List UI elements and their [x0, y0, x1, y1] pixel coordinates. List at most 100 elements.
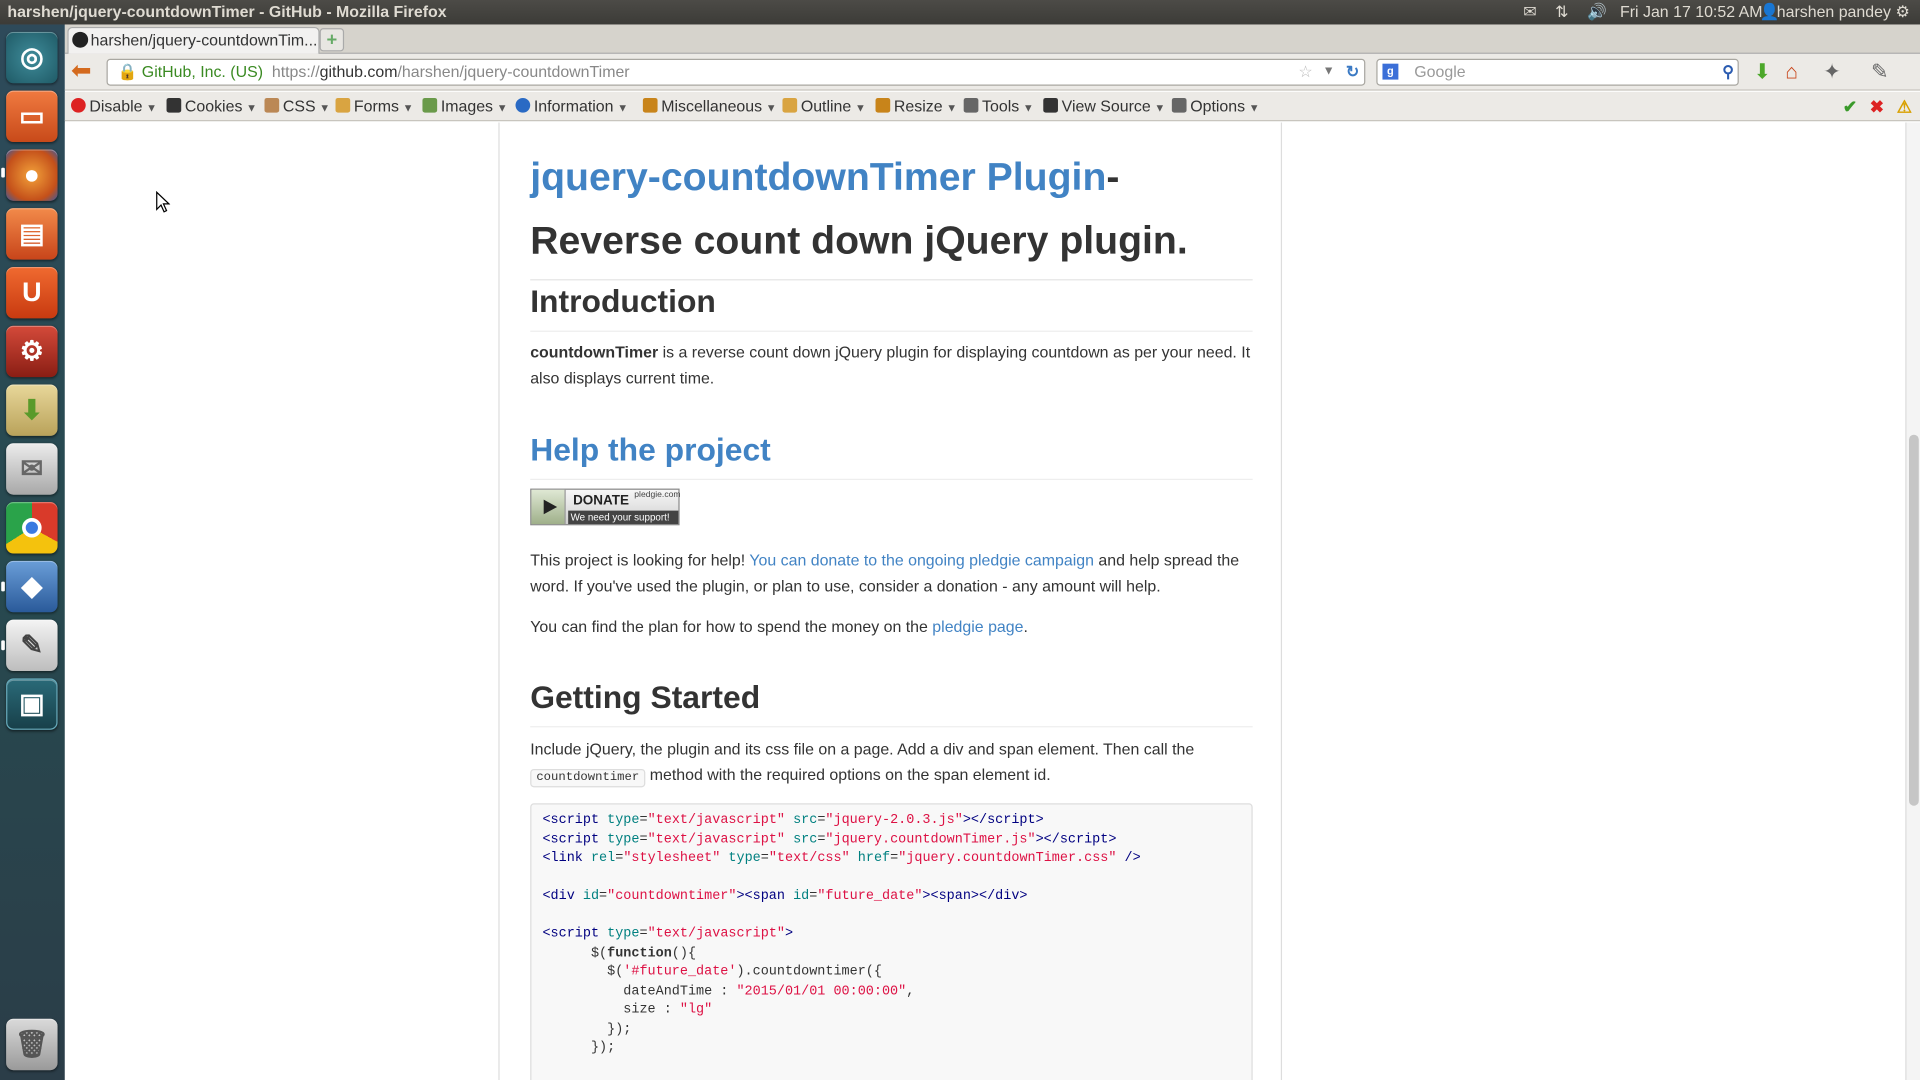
reload-icon[interactable]: ↻	[1346, 60, 1359, 84]
url-text[interactable]: https://github.com/harshen/jquery-countd…	[272, 60, 630, 84]
help-heading[interactable]: Help the project	[530, 427, 1253, 481]
menu-options[interactable]: Options ▼	[1171, 93, 1260, 121]
lock-icon: 🔒	[117, 62, 138, 81]
download-icon[interactable]: ⬇	[1753, 60, 1770, 84]
menu-miscellaneous[interactable]: Miscellaneous ▼	[642, 93, 777, 121]
search-engine-icon[interactable]: g	[1382, 63, 1399, 80]
tools-icon	[963, 97, 979, 113]
addon-icon[interactable]: ✦	[1823, 60, 1840, 84]
network-icon[interactable]: ⇅	[1555, 0, 1568, 24]
url-host: github.com	[319, 62, 398, 81]
home-icon[interactable]: ⌂	[1785, 60, 1798, 84]
code-block[interactable]: <script type="text/javascript" src="jque…	[530, 803, 1253, 1080]
donate-button[interactable]: DONATE pledgie.com We need your support!	[530, 488, 681, 526]
gear-icon[interactable]: ⚙	[1896, 0, 1910, 24]
intro-heading: Introduction	[530, 279, 1253, 332]
pledgie-page-link[interactable]: pledgie page	[932, 617, 1023, 635]
archive-manager-icon[interactable]: ⬇	[6, 384, 58, 436]
site-identity-label: GitHub, Inc. (US)	[141, 62, 263, 81]
trash-icon[interactable]: 🗑	[6, 1018, 58, 1071]
web-developer-toolbar: Disable ▼ Cookies ▼ CSS ▼ Forms ▼ Images ▼ In…	[64, 91, 1920, 122]
intro-strong: countdownTimer	[530, 342, 659, 362]
dash-home-icon[interactable]: ◎	[6, 31, 58, 84]
firefox-icon[interactable]: ●	[6, 149, 58, 201]
url-prefix: https://	[271, 62, 320, 81]
site-identity[interactable]: 🔒 GitHub, Inc. (US)	[118, 60, 263, 84]
navigation-toolbar: ⬅ 🔒 GitHub, Inc. (US) https://github.com…	[64, 53, 1920, 91]
inline-code-countdowntimer: countdowntimer	[530, 768, 646, 788]
search-icon[interactable]: ⚲	[1722, 60, 1734, 84]
cookies-icon	[166, 97, 182, 113]
clock[interactable]: Fri Jan 17 10:52 AM	[1620, 0, 1762, 24]
forms-icon	[335, 97, 351, 113]
menu-resize[interactable]: Resize ▼	[875, 93, 957, 121]
window-title: harshen/jquery-countdownTimer - GitHub -…	[7, 2, 447, 21]
workspace-switcher-icon[interactable]: ▣	[6, 678, 58, 730]
warning-icon[interactable]: ⚠	[1897, 93, 1912, 120]
mouse-cursor-icon	[156, 191, 171, 213]
information-icon	[515, 97, 531, 113]
tools-icon[interactable]: ✎	[1871, 60, 1888, 84]
volume-icon[interactable]: 🔊	[1587, 0, 1607, 24]
url-path: /harshen/jquery-countdownTimer	[397, 62, 630, 81]
view-source-icon	[1043, 97, 1058, 113]
page-title: jquery-countdownTimer Plugin- Reverse co…	[530, 144, 1253, 281]
page-viewport: jquery-countdownTimer Plugin- Reverse co…	[64, 122, 1906, 1080]
donate-site: pledgie.com	[634, 491, 681, 500]
top-panel: harshen/jquery-countdownTimer - GitHub -…	[0, 0, 1920, 25]
search-bar[interactable]: g Google ⚲	[1376, 58, 1739, 86]
bookmark-star-icon[interactable]: ☆	[1298, 60, 1312, 84]
menu-disable[interactable]: Disable ▼	[71, 93, 157, 121]
css-icon	[264, 97, 280, 113]
menu-outline[interactable]: Outline ▼	[782, 93, 866, 121]
pledgie-campaign-link[interactable]: You can donate to the ongoing pledgie ca…	[749, 551, 1094, 569]
ubuntu-one-icon[interactable]: U	[6, 266, 58, 319]
help-paragraph-2: You can find the plan for how to spend t…	[530, 617, 1028, 636]
getting-started-heading: Getting Started	[530, 675, 1253, 728]
tab-title: harshen/jquery-countdownTim...	[90, 30, 318, 49]
chrome-icon[interactable]	[6, 502, 58, 554]
resize-icon	[875, 97, 891, 113]
menu-tools[interactable]: Tools ▼	[963, 93, 1034, 121]
screen: harshen/jquery-countdownTimer - GitHub -…	[0, 0, 1920, 1080]
mail-icon[interactable]: ✉	[6, 443, 58, 495]
valid-check-icon[interactable]: ✔	[1843, 93, 1857, 120]
menu-view-source[interactable]: View Source ▼	[1043, 93, 1165, 121]
menu-forms[interactable]: Forms ▼	[335, 93, 414, 121]
help-paragraph-1: This project is looking for help! You ca…	[530, 551, 1240, 596]
github-page-container: jquery-countdownTimer Plugin- Reverse co…	[498, 122, 1283, 1080]
tab-strip: harshen/jquery-countdownTim... +	[64, 24, 1920, 54]
donate-subtitle: We need your support!	[568, 510, 679, 525]
github-favicon-icon	[72, 31, 89, 48]
files-icon[interactable]: ▭	[6, 90, 58, 143]
system-settings-icon[interactable]: ⚙	[6, 325, 58, 378]
launcher: ◎ ▭ ● ▤ U ⚙ ⬇ ✉ ◆ ✎ ▣ 🗑	[0, 24, 65, 1080]
page-scrollbar[interactable]	[1905, 122, 1920, 1080]
user-name[interactable]: harshen pandey	[1777, 0, 1891, 24]
menu-information[interactable]: Information ▼	[515, 93, 628, 121]
error-icon[interactable]: ✖	[1870, 93, 1884, 120]
back-arrow-icon[interactable]: ⬅	[71, 59, 100, 86]
play-icon	[531, 489, 566, 525]
menu-css[interactable]: CSS ▼	[264, 93, 330, 121]
miscellaneous-icon	[642, 97, 658, 113]
menu-images[interactable]: Images ▼	[422, 93, 508, 121]
virtualbox-icon[interactable]: ◆	[6, 560, 58, 613]
software-center-icon[interactable]: ▤	[6, 208, 58, 260]
mail-icon[interactable]: ✉	[1523, 0, 1536, 24]
outline-icon	[782, 97, 798, 113]
text-editor-icon[interactable]: ✎	[6, 619, 58, 672]
tab-github[interactable]: harshen/jquery-countdownTim...	[67, 26, 320, 54]
images-icon	[422, 97, 438, 113]
search-placeholder: Google	[1414, 62, 1466, 81]
url-bar[interactable]: 🔒 GitHub, Inc. (US) https://github.com/h…	[106, 58, 1366, 86]
scrollbar-thumb[interactable]	[1908, 434, 1919, 806]
plugin-title-link[interactable]: jquery-countdownTimer Plugin	[530, 154, 1106, 198]
url-dropdown-icon[interactable]: ▼	[1323, 60, 1335, 84]
donate-label: DONATE	[573, 493, 629, 509]
menu-cookies[interactable]: Cookies ▼	[166, 93, 257, 121]
disable-icon	[71, 97, 86, 113]
new-tab-button[interactable]: +	[319, 28, 345, 52]
firefox-window: harshen/jquery-countdownTim... + ⬅ 🔒 Git…	[64, 24, 1920, 1080]
options-icon	[1171, 97, 1187, 113]
